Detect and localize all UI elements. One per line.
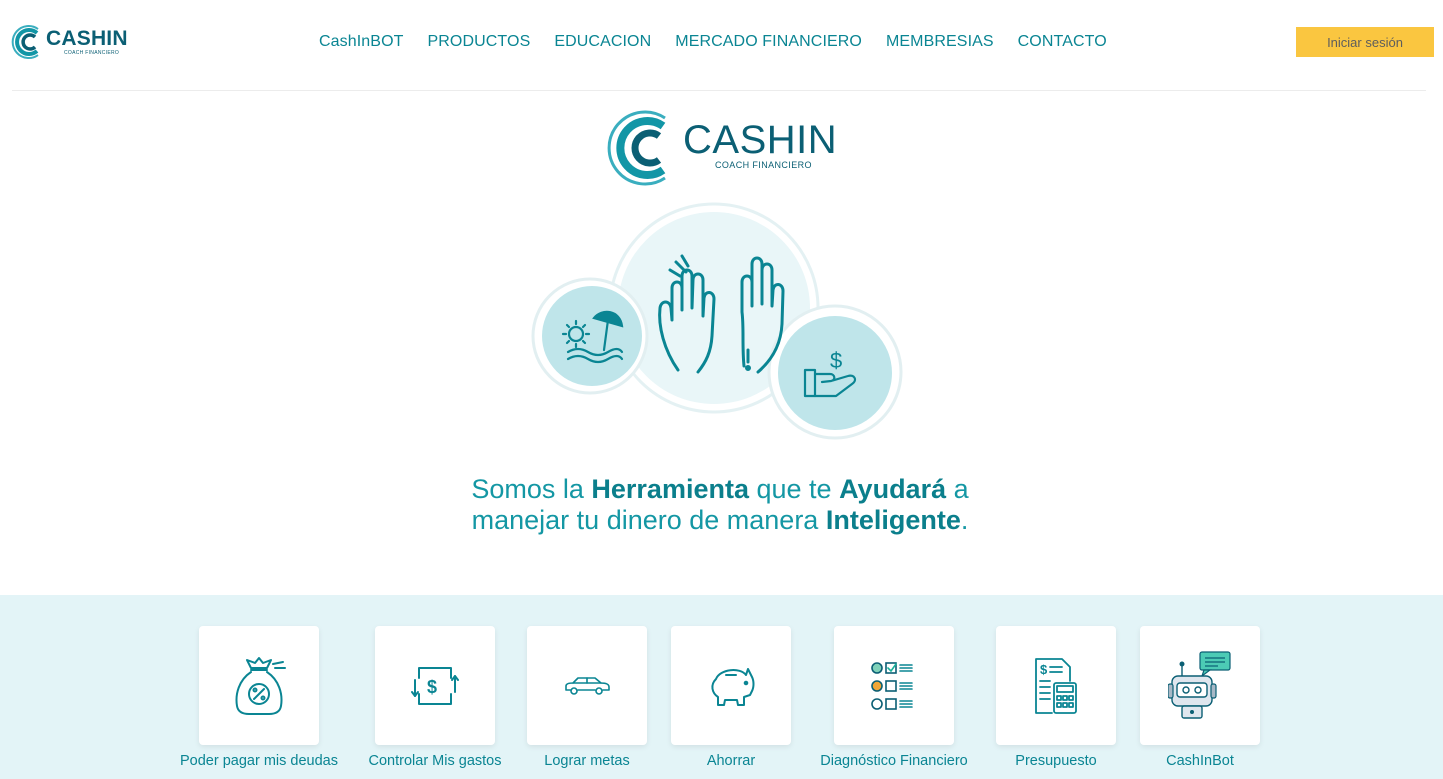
hero-brand-subtitle: COACH FINANCIERO xyxy=(715,160,812,170)
brand-subtitle: COACH FINANCIERO xyxy=(64,49,120,56)
category-label: CashInBot xyxy=(1166,753,1234,769)
category-card[interactable]: $ xyxy=(375,626,495,745)
category-label: Poder pagar mis deudas xyxy=(180,753,338,769)
piggy-bank-icon xyxy=(711,667,755,706)
nav-item-cashinbot[interactable]: CashInBOT xyxy=(319,33,404,51)
nav-item-mercado-financiero[interactable]: MERCADO FINANCIERO xyxy=(675,33,862,51)
hero-logo: CASHIN COACH FINANCIERO xyxy=(603,104,843,192)
category-label: Ahorrar xyxy=(706,753,756,769)
category-ahorrar[interactable]: Ahorrar xyxy=(671,626,791,769)
brand-name: CASHIN xyxy=(46,26,128,50)
tagline-highlight: Inteligente xyxy=(825,505,961,535)
category-card[interactable] xyxy=(199,626,319,745)
category-card[interactable] xyxy=(834,626,954,745)
cashin-logo-large-icon xyxy=(607,110,666,186)
category-label: Controlar Mis gastos xyxy=(368,753,502,769)
tagline-text: manejar tu dinero de manera xyxy=(471,505,826,535)
hero-brand-name: CASHIN xyxy=(683,118,838,162)
nav-item-contacto[interactable]: CONTACTO xyxy=(1018,33,1107,51)
tagline-text: a xyxy=(946,474,969,504)
category-cashinbot[interactable]: CashInBot xyxy=(1140,626,1260,769)
checklist-faces-icon xyxy=(871,661,913,710)
expense-control-icon: $ xyxy=(411,666,459,705)
tagline-text: que te xyxy=(748,474,840,504)
category-diagnostico[interactable]: Diagnóstico Financiero xyxy=(815,626,973,769)
category-deudas[interactable]: Poder pagar mis deudas xyxy=(176,626,342,769)
svg-text:$: $ xyxy=(830,348,842,373)
main-nav: CashInBOT PRODUCTOS EDUCACION MERCADO FI… xyxy=(319,33,1107,51)
svg-text:$: $ xyxy=(427,677,437,697)
category-card[interactable]: $ xyxy=(996,626,1116,745)
tagline-highlight: Ayudará xyxy=(839,474,947,504)
site-header: CASHIN COACH FINANCIERO CashInBOT PRODUC… xyxy=(0,0,1443,90)
category-label: Diagnóstico Financiero xyxy=(820,753,968,769)
login-button[interactable]: Iniciar sesión xyxy=(1296,27,1434,57)
svg-text:$: $ xyxy=(1040,662,1048,677)
category-label: Presupuesto xyxy=(1015,753,1097,769)
nav-item-membresias[interactable]: MEMBRESIAS xyxy=(886,33,994,51)
category-metas[interactable]: Lograr metas xyxy=(527,626,647,769)
category-card[interactable] xyxy=(1140,626,1260,745)
car-icon xyxy=(565,676,610,695)
category-card[interactable] xyxy=(527,626,647,745)
header-divider xyxy=(12,90,1426,91)
robot-chat-icon xyxy=(1168,650,1231,719)
category-card[interactable] xyxy=(671,626,791,745)
header-logo[interactable]: CASHIN COACH FINANCIERO xyxy=(8,20,128,64)
money-bag-percent-icon xyxy=(235,656,286,715)
category-label: Lograr metas xyxy=(544,753,630,769)
cashin-logo-icon xyxy=(11,25,39,59)
category-gastos[interactable]: $ Controlar Mis gastos xyxy=(366,626,504,769)
tagline-text: . xyxy=(960,505,969,535)
hero-illustration: $ xyxy=(531,202,903,440)
tagline-text: Somos la xyxy=(471,474,592,504)
tagline-highlight: Herramienta xyxy=(591,474,749,504)
nav-item-productos[interactable]: PRODUCTOS xyxy=(428,33,531,51)
hero-tagline: Somos la Herramienta que te Ayudará a ma… xyxy=(380,474,1060,536)
category-presupuesto[interactable]: $ Presupuesto xyxy=(996,626,1116,769)
budget-calculator-icon: $ xyxy=(1035,657,1077,714)
nav-item-educacion[interactable]: EDUCACION xyxy=(554,33,651,51)
